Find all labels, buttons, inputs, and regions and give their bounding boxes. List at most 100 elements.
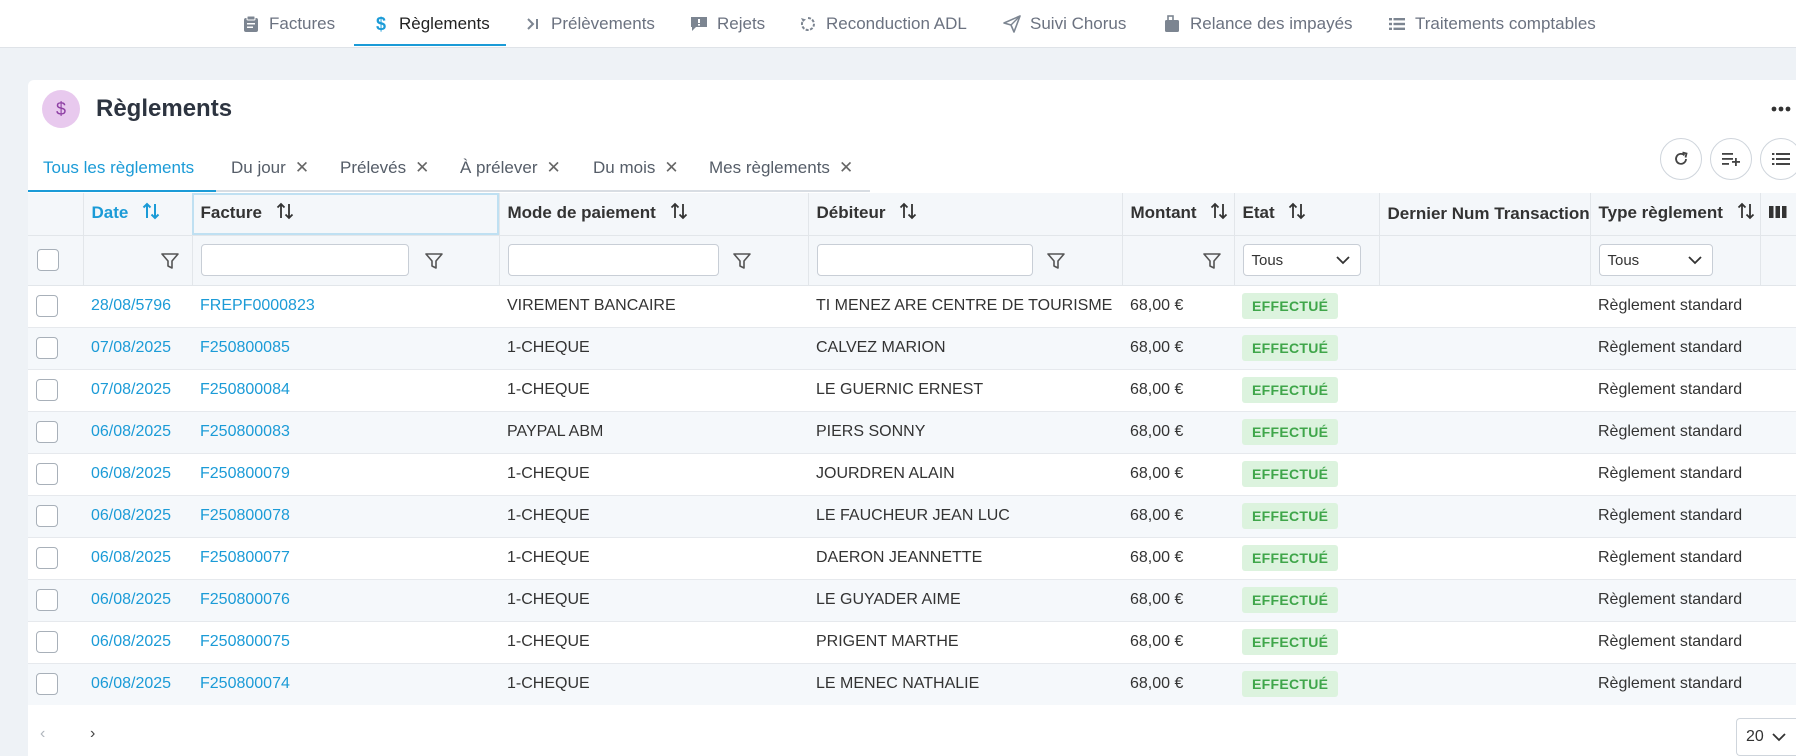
status-badge: EFFECTUÉ xyxy=(1242,461,1339,487)
column-header-type-reglement[interactable]: Type règlement xyxy=(1590,193,1761,236)
row-checkbox[interactable] xyxy=(36,463,58,485)
nav-item-reconduction-adl[interactable]: Reconduction ADL xyxy=(799,0,967,48)
cell-date[interactable]: 06/08/2025 xyxy=(83,495,192,538)
table-header-row: Date Facture Mode de paiement Débiteur M… xyxy=(28,193,1796,236)
nav-item-relance-impayes[interactable]: Relance des impayés xyxy=(1163,0,1353,48)
sort-icon[interactable] xyxy=(898,201,918,226)
row-checkbox[interactable] xyxy=(36,631,58,653)
nav-item-rejets[interactable]: Rejets xyxy=(690,0,765,48)
tab-du-jour[interactable]: Du jour ✕ xyxy=(231,142,309,194)
cell-facture[interactable]: F250800084 xyxy=(192,369,499,412)
nav-item-suivi-chorus[interactable]: Suivi Chorus xyxy=(1003,0,1126,48)
row-checkbox[interactable] xyxy=(36,295,58,317)
filter-icon[interactable] xyxy=(160,251,180,271)
column-header-mode-paiement[interactable]: Mode de paiement xyxy=(499,193,809,236)
tab-tous-les-reglements[interactable]: Tous les règlements xyxy=(43,142,194,194)
tab-mes-reglements[interactable]: Mes règlements ✕ xyxy=(709,142,853,194)
column-chooser[interactable] xyxy=(1760,193,1796,236)
tab-a-prelever[interactable]: À prélever ✕ xyxy=(460,142,561,194)
row-checkbox[interactable] xyxy=(36,379,58,401)
table-row[interactable]: 06/08/2025 F250800076 1-CHEQUE LE GUYADER A… xyxy=(28,579,1796,622)
close-icon[interactable]: ✕ xyxy=(839,158,853,178)
close-icon[interactable]: ✕ xyxy=(546,158,560,178)
cell-facture[interactable]: FREPF0000823 xyxy=(192,285,499,328)
debiteur-filter-input[interactable] xyxy=(816,244,1033,276)
etat-filter-select[interactable]: Tous xyxy=(1242,244,1361,276)
table-row[interactable]: 06/08/2025 F250800079 1-CHEQUE JOURDREN ALA… xyxy=(28,453,1796,496)
cell-facture[interactable]: F250800085 xyxy=(192,327,499,370)
previous-page-button[interactable]: ‹ xyxy=(40,725,45,743)
cell-facture[interactable]: F250800083 xyxy=(192,411,499,454)
type-reglement-filter-select[interactable]: Tous xyxy=(1598,244,1713,276)
row-checkbox[interactable] xyxy=(36,337,58,359)
filter-icon[interactable] xyxy=(1046,251,1066,271)
nav-item-reglements[interactable]: $ Règlements xyxy=(372,0,490,48)
add-to-list-button[interactable] xyxy=(1710,138,1752,180)
sort-icon[interactable] xyxy=(275,201,295,226)
cell-date[interactable]: 28/08/5796 xyxy=(83,285,192,328)
sort-icon[interactable] xyxy=(669,201,689,226)
cell-date[interactable]: 07/08/2025 xyxy=(83,369,192,412)
tab-preleves[interactable]: Prélevés ✕ xyxy=(340,142,429,194)
cell-date[interactable]: 06/08/2025 xyxy=(83,453,192,496)
column-header-debiteur[interactable]: Débiteur xyxy=(808,193,1123,236)
filter-icon[interactable] xyxy=(424,251,444,271)
more-options-button[interactable] xyxy=(1766,94,1796,124)
cell-date[interactable]: 06/08/2025 xyxy=(83,537,192,580)
column-header-date[interactable]: Date xyxy=(83,193,193,236)
close-icon[interactable]: ✕ xyxy=(415,158,429,178)
table-row[interactable]: 07/08/2025 F250800084 1-CHEQUE LE GUERNIC E… xyxy=(28,369,1796,412)
cell-date[interactable]: 06/08/2025 xyxy=(83,579,192,622)
table-row[interactable]: 28/08/5796 FREPF0000823 VIREMENT BANCAIRE T… xyxy=(28,285,1796,328)
nav-item-factures[interactable]: Factures xyxy=(242,0,335,48)
table-row[interactable]: 07/08/2025 F250800085 1-CHEQUE CALVEZ MARIO… xyxy=(28,327,1796,370)
message-alert-icon xyxy=(690,15,708,33)
mode-paiement-filter-input[interactable] xyxy=(507,244,719,276)
nav-item-prelevements[interactable]: Prélèvements xyxy=(524,0,655,48)
list-view-button[interactable] xyxy=(1760,138,1796,180)
table-row[interactable]: 06/08/2025 F250800074 1-CHEQUE LE MENEC NAT… xyxy=(28,663,1796,705)
filter-icon[interactable] xyxy=(732,251,752,271)
row-checkbox[interactable] xyxy=(36,673,58,695)
table-row[interactable]: 06/08/2025 F250800078 1-CHEQUE LE FAUCHEUR … xyxy=(28,495,1796,538)
row-checkbox[interactable] xyxy=(36,547,58,569)
tab-du-mois[interactable]: Du mois ✕ xyxy=(593,142,679,194)
cell-facture[interactable]: F250800077 xyxy=(192,537,499,580)
select-all-checkbox[interactable] xyxy=(37,249,59,271)
column-header-dernier-num-transaction[interactable]: Dernier Num Transaction xyxy=(1379,193,1591,236)
page-size-select[interactable]: 20 xyxy=(1736,718,1796,756)
cell-facture[interactable]: F250800078 xyxy=(192,495,499,538)
cell-montant: 68,00 € xyxy=(1122,411,1234,454)
table-row[interactable]: 06/08/2025 F250800077 1-CHEQUE DAERON JEANN… xyxy=(28,537,1796,580)
nav-item-label: Traitements comptables xyxy=(1415,14,1596,33)
cell-facture[interactable]: F250800076 xyxy=(192,579,499,622)
filter-icon[interactable] xyxy=(1202,251,1222,271)
sort-icon[interactable] xyxy=(141,201,161,226)
cell-facture[interactable]: F250800075 xyxy=(192,621,499,664)
sort-icon[interactable] xyxy=(1287,201,1307,226)
cell-facture[interactable]: F250800079 xyxy=(192,453,499,496)
cell-date[interactable]: 07/08/2025 xyxy=(83,327,192,370)
facture-filter-input[interactable] xyxy=(200,244,409,276)
nav-item-traitements-comptables[interactable]: Traitements comptables xyxy=(1388,0,1596,48)
sort-icon[interactable] xyxy=(1209,201,1229,226)
row-checkbox[interactable] xyxy=(36,505,58,527)
refresh-button[interactable] xyxy=(1660,138,1702,180)
cell-facture[interactable]: F250800074 xyxy=(192,663,499,705)
sort-icon[interactable] xyxy=(1736,201,1756,226)
cell-date[interactable]: 06/08/2025 xyxy=(83,411,192,454)
nav-item-label: Suivi Chorus xyxy=(1030,14,1127,33)
row-checkbox[interactable] xyxy=(36,421,58,443)
table-row[interactable]: 06/08/2025 F250800075 1-CHEQUE PRIGENT MART… xyxy=(28,621,1796,664)
column-header-montant[interactable]: Montant xyxy=(1122,193,1235,236)
close-icon[interactable]: ✕ xyxy=(664,158,678,178)
row-checkbox[interactable] xyxy=(36,589,58,611)
column-header-facture[interactable]: Facture xyxy=(192,193,500,236)
cell-date[interactable]: 06/08/2025 xyxy=(83,663,192,705)
column-header-etat[interactable]: Etat xyxy=(1234,193,1380,236)
next-page-button[interactable]: › xyxy=(90,725,95,743)
tab-label: À prélever xyxy=(460,158,538,177)
table-row[interactable]: 06/08/2025 F250800083 PAYPAL ABM PIERS SONN… xyxy=(28,411,1796,454)
close-icon[interactable]: ✕ xyxy=(295,158,309,178)
cell-date[interactable]: 06/08/2025 xyxy=(83,621,192,664)
